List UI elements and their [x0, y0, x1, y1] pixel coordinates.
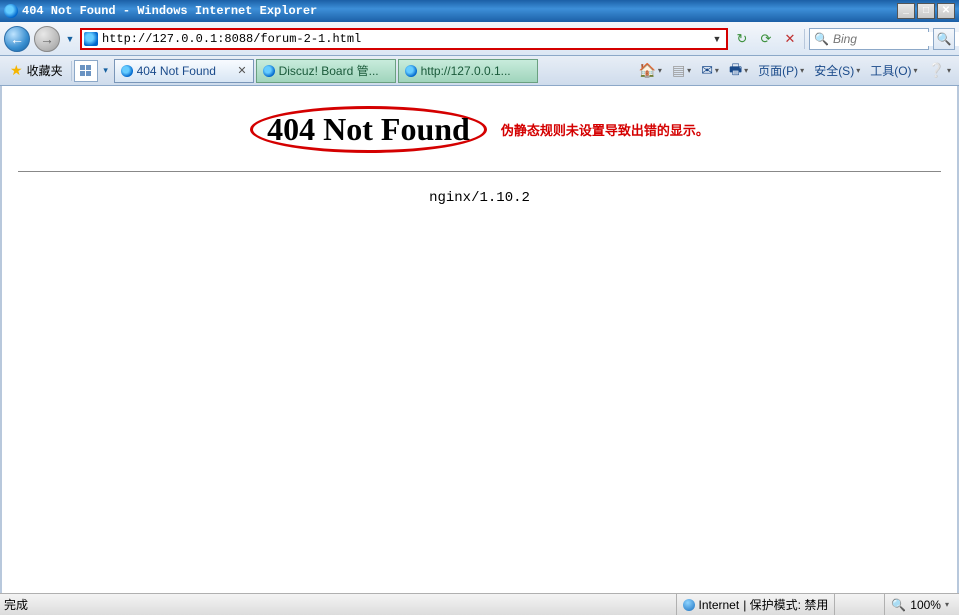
tab-404-not-found[interactable]: 404 Not Found ✕ — [114, 59, 254, 83]
home-button[interactable]: 🏠▾ — [634, 60, 665, 81]
print-icon: 🖶 — [729, 59, 742, 83]
rss-icon: ▤ — [672, 62, 685, 79]
minimize-button[interactable]: _ — [897, 3, 915, 19]
zoom-icon: 🔍 — [891, 598, 906, 612]
navigation-bar: ← → ▼ ▼ ↻ ⟳ ✕ 🔍 🔍 — [0, 22, 959, 56]
status-done: 完成 — [4, 596, 28, 613]
home-icon: 🏠 — [638, 62, 655, 79]
favorites-label: 收藏夹 — [27, 62, 63, 79]
close-tab-icon[interactable]: ✕ — [237, 64, 246, 77]
tab-localhost[interactable]: http://127.0.0.1... — [398, 59, 538, 83]
tab-label: Discuz! Board 管... — [279, 62, 389, 79]
page-menu-label: 页面(P) — [758, 62, 798, 79]
url-input[interactable] — [102, 32, 710, 46]
ie-icon — [405, 65, 417, 77]
globe-icon — [683, 599, 695, 611]
error-annotation: 伪静态规则未设置导致出错的显示。 — [501, 120, 709, 139]
grid-icon — [80, 65, 91, 76]
ie-icon — [263, 65, 275, 77]
status-zone[interactable]: Internet | 保护模式: 禁用 — [676, 594, 835, 615]
server-signature: nginx/1.10.2 — [18, 190, 941, 206]
error-heading: 404 Not Found — [250, 106, 487, 153]
star-icon: ★ — [10, 62, 23, 79]
zone-label: Internet — [699, 598, 740, 612]
feeds-button[interactable]: ▤▾ — [668, 60, 695, 81]
search-button[interactable]: 🔍 — [933, 28, 955, 50]
read-mail-button[interactable]: ✉▾ — [697, 60, 723, 81]
mail-icon: ✉ — [701, 62, 713, 79]
help-button[interactable]: ❔▾ — [924, 60, 955, 81]
tools-menu[interactable]: 工具(O)▾ — [866, 60, 921, 81]
close-window-button[interactable]: ✕ — [937, 3, 955, 19]
tab-command-bar: ★ 收藏夹 ▾ 404 Not Found ✕ Discuz! Board 管.… — [0, 56, 959, 86]
zoom-value: 100% — [910, 598, 941, 612]
page-menu[interactable]: 页面(P)▾ — [754, 60, 808, 81]
divider — [18, 171, 941, 172]
page-icon — [84, 32, 98, 46]
stop-icon[interactable]: ✕ — [780, 29, 800, 49]
window-title: 404 Not Found - Windows Internet Explore… — [22, 4, 317, 18]
status-bar: 完成 Internet | 保护模式: 禁用 🔍 100% ▾ — [0, 593, 959, 615]
address-dropdown[interactable]: ▼ — [710, 34, 724, 44]
address-bar[interactable]: ▼ — [80, 28, 728, 50]
tab-label: 404 Not Found — [137, 64, 234, 78]
compat-view-icon[interactable]: ↻ — [732, 29, 752, 49]
search-box[interactable]: 🔍 — [809, 28, 929, 50]
tab-discuz-board[interactable]: Discuz! Board 管... — [256, 59, 396, 83]
back-button[interactable]: ← — [4, 26, 30, 52]
content-viewport[interactable]: 404 Not Found 伪静态规则未设置导致出错的显示。 nginx/1.1… — [0, 86, 959, 593]
maximize-button[interactable]: □ — [917, 3, 935, 19]
refresh-icon[interactable]: ⟳ — [756, 29, 776, 49]
zoom-dropdown[interactable]: ▾ — [945, 600, 949, 609]
quick-tabs-dropdown[interactable]: ▾ — [100, 58, 112, 84]
ie-logo-icon — [4, 4, 18, 18]
safety-menu-label: 安全(S) — [814, 62, 854, 79]
search-provider-icon: 🔍 — [814, 32, 829, 46]
status-progress — [834, 594, 884, 615]
forward-button[interactable]: → — [34, 26, 60, 52]
tab-label: http://127.0.0.1... — [421, 64, 531, 78]
history-dropdown[interactable]: ▼ — [64, 26, 76, 52]
print-button[interactable]: 🖶▾ — [725, 57, 752, 85]
protected-mode-label: | 保护模式: 禁用 — [743, 596, 828, 613]
ie-icon — [121, 65, 133, 77]
help-icon: ❔ — [928, 62, 945, 79]
safety-menu[interactable]: 安全(S)▾ — [810, 60, 864, 81]
zoom-control[interactable]: 🔍 100% ▾ — [884, 594, 955, 615]
favorites-button[interactable]: ★ 收藏夹 — [4, 60, 69, 81]
window-titlebar: 404 Not Found - Windows Internet Explore… — [0, 0, 959, 22]
tools-menu-label: 工具(O) — [870, 62, 911, 79]
quick-tabs-button[interactable] — [74, 60, 98, 82]
